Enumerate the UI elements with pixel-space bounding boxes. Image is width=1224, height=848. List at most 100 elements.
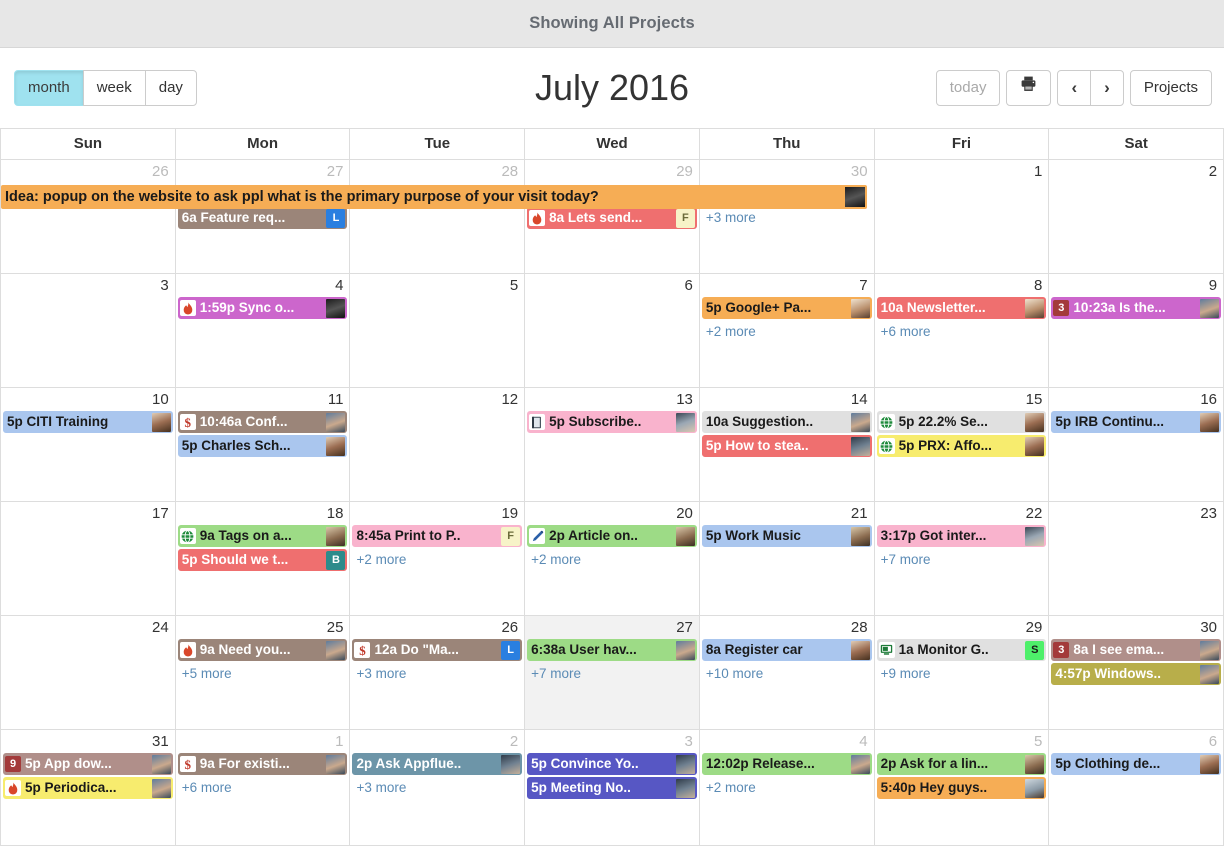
- calendar-event[interactable]: 5p Charles Sch...: [177, 435, 348, 457]
- more-events-link[interactable]: +5 more: [177, 663, 349, 683]
- calendar-day-cell[interactable]: 18 9a Tags on a... 5p Should we t... B: [175, 502, 351, 616]
- print-button[interactable]: [1006, 70, 1052, 106]
- day-number[interactable]: 30: [1049, 616, 1223, 639]
- calendar-event-allday-span[interactable]: Idea: popup on the website to ask ppl wh…: [1, 185, 867, 209]
- today-button[interactable]: today: [935, 70, 1001, 106]
- calendar-event[interactable]: 1a Monitor G.. S: [876, 639, 1047, 661]
- day-number[interactable]: 11: [176, 388, 350, 411]
- day-number[interactable]: 16: [1049, 388, 1223, 411]
- day-number[interactable]: 31: [1, 730, 175, 753]
- calendar-day-cell[interactable]: 5: [350, 274, 526, 388]
- calendar-event[interactable]: 2p Ask for a lin...: [876, 753, 1047, 775]
- calendar-day-cell[interactable]: 25 9a Need you... +5 more: [175, 616, 351, 730]
- calendar-day-cell[interactable]: 27 6:38a User hav... +7 more: [525, 616, 700, 730]
- more-events-link[interactable]: +6 more: [876, 321, 1048, 341]
- day-number[interactable]: 1: [176, 730, 350, 753]
- day-number[interactable]: 2: [350, 730, 524, 753]
- day-number[interactable]: 21: [700, 502, 874, 525]
- day-number[interactable]: 5: [875, 730, 1049, 753]
- calendar-event[interactable]: 5p Should we t... B: [177, 549, 348, 571]
- calendar-day-cell[interactable]: 4 12:02p Release... +2 more: [699, 730, 875, 846]
- day-number[interactable]: 25: [176, 616, 350, 639]
- day-number[interactable]: 6: [525, 274, 699, 297]
- more-events-link[interactable]: +6 more: [177, 777, 349, 797]
- calendar-day-cell[interactable]: 1: [874, 160, 1050, 274]
- more-events-link[interactable]: +7 more: [876, 549, 1048, 569]
- calendar-day-cell[interactable]: 3 5p Convince Yo.. 5p Meeting No..: [525, 730, 700, 846]
- calendar-day-cell[interactable]: 26 $12a Do "Ma... L +3 more: [350, 616, 526, 730]
- calendar-day-cell[interactable]: 1 $9a For existi... +6 more: [175, 730, 351, 846]
- day-number[interactable]: 14: [700, 388, 874, 411]
- calendar-event[interactable]: 9a Need you...: [177, 639, 348, 661]
- day-number[interactable]: 9: [1049, 274, 1223, 297]
- calendar-day-cell[interactable]: 13 5p Subscribe..: [525, 388, 700, 502]
- calendar-event[interactable]: 5p Google+ Pa...: [701, 297, 872, 319]
- calendar-event[interactable]: 5p How to stea..: [701, 435, 872, 457]
- calendar-event[interactable]: 4:57p Windows..: [1051, 663, 1222, 685]
- day-number[interactable]: 30: [700, 160, 874, 183]
- calendar-day-cell[interactable]: 4 1:59p Sync o...: [175, 274, 351, 388]
- calendar-event[interactable]: $9a For existi...: [177, 753, 348, 775]
- calendar-day-cell[interactable]: 29 1a Monitor G.. S +9 more: [874, 616, 1050, 730]
- calendar-event[interactable]: 9 5p App dow...: [3, 753, 173, 775]
- day-number[interactable]: 24: [1, 616, 175, 639]
- next-month-button[interactable]: ›: [1090, 70, 1124, 106]
- calendar-event[interactable]: 5p PRX: Affo...: [876, 435, 1047, 457]
- day-number[interactable]: 10: [1, 388, 175, 411]
- more-events-link[interactable]: +3 more: [351, 777, 523, 797]
- calendar-event[interactable]: 8a Register car: [701, 639, 872, 661]
- calendar-event[interactable]: 3 8a I see ema...: [1051, 639, 1222, 661]
- calendar-day-cell[interactable]: 5 2p Ask for a lin... 5:40p Hey guys..: [874, 730, 1050, 846]
- calendar-day-cell[interactable]: 20 2p Article on.. +2 more: [525, 502, 700, 616]
- calendar-day-cell[interactable]: 17: [1, 502, 176, 616]
- day-number[interactable]: 3: [1, 274, 175, 297]
- day-number[interactable]: 13: [525, 388, 699, 411]
- calendar-event[interactable]: 10a Suggestion..: [701, 411, 872, 433]
- calendar-day-cell[interactable]: 24: [1, 616, 176, 730]
- more-events-link[interactable]: +2 more: [701, 321, 873, 341]
- calendar-day-cell[interactable]: 9 3 10:23a Is the...: [1049, 274, 1224, 388]
- day-number[interactable]: 1: [875, 160, 1049, 183]
- calendar-day-cell[interactable]: 16 5p IRB Continu...: [1049, 388, 1224, 502]
- day-number[interactable]: 15: [875, 388, 1049, 411]
- day-number[interactable]: 4: [176, 274, 350, 297]
- calendar-day-cell[interactable]: 29 8a Lets send... F: [525, 160, 700, 274]
- day-number[interactable]: 7: [700, 274, 874, 297]
- day-number[interactable]: 8: [875, 274, 1049, 297]
- calendar-event[interactable]: 6:38a User hav...: [527, 639, 697, 661]
- more-events-link[interactable]: +2 more: [701, 777, 873, 797]
- calendar-day-cell[interactable]: 6 5p Clothing de...: [1049, 730, 1224, 846]
- day-number[interactable]: 4: [700, 730, 874, 753]
- calendar-event[interactable]: 5p Convince Yo..: [527, 753, 697, 775]
- calendar-day-cell[interactable]: 27 6a Feature req... L: [175, 160, 351, 274]
- day-number[interactable]: 22: [875, 502, 1049, 525]
- calendar-day-cell[interactable]: 30 +3 more: [699, 160, 875, 274]
- day-number[interactable]: 3: [525, 730, 699, 753]
- calendar-event[interactable]: 8a Lets send... F: [527, 207, 697, 229]
- day-number[interactable]: 18: [176, 502, 350, 525]
- calendar-day-cell[interactable]: 31 9 5p App dow... 5p Periodica...: [1, 730, 176, 846]
- calendar-event[interactable]: 1:59p Sync o...: [177, 297, 348, 319]
- calendar-event[interactable]: 5p Work Music: [701, 525, 872, 547]
- calendar-event[interactable]: 10a Newsletter...: [876, 297, 1047, 319]
- calendar-event[interactable]: 3 10:23a Is the...: [1051, 297, 1222, 319]
- calendar-day-cell[interactable]: 19 8:45a Print to P.. F +2 more: [350, 502, 526, 616]
- day-number[interactable]: 5: [350, 274, 524, 297]
- calendar-event[interactable]: 2p Ask Appflue..: [352, 753, 523, 775]
- calendar-event[interactable]: 5p Clothing de...: [1051, 753, 1222, 775]
- day-number[interactable]: 23: [1049, 502, 1223, 525]
- calendar-event[interactable]: $12a Do "Ma... L: [352, 639, 523, 661]
- day-number[interactable]: 27: [525, 616, 699, 639]
- view-button-week[interactable]: week: [82, 70, 146, 106]
- view-button-month[interactable]: month: [14, 70, 84, 106]
- calendar-event[interactable]: 5p CITI Training: [3, 411, 173, 433]
- calendar-day-cell[interactable]: 6: [525, 274, 700, 388]
- more-events-link[interactable]: +3 more: [351, 663, 523, 683]
- day-number[interactable]: 20: [525, 502, 699, 525]
- day-number[interactable]: 19: [350, 502, 524, 525]
- projects-button[interactable]: Projects: [1129, 70, 1212, 106]
- calendar-event[interactable]: $10:46a Conf...: [177, 411, 348, 433]
- calendar-event[interactable]: 5p IRB Continu...: [1051, 411, 1222, 433]
- more-events-link[interactable]: +2 more: [526, 549, 698, 569]
- view-button-day[interactable]: day: [144, 70, 197, 106]
